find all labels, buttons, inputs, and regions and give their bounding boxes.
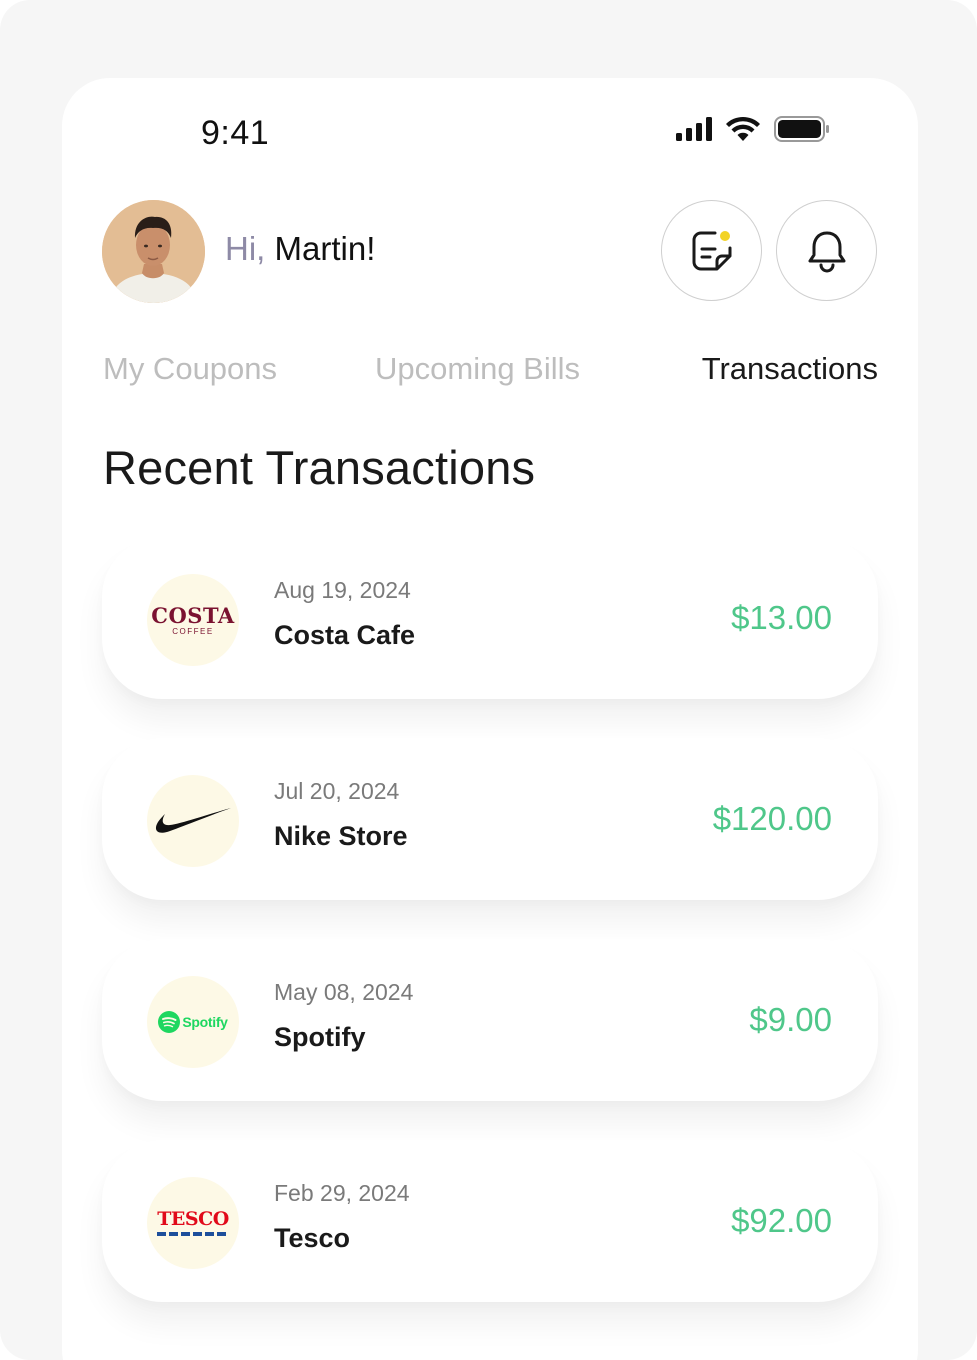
nike-logo — [147, 775, 239, 867]
spotify-logo: Spotify — [147, 976, 239, 1068]
transaction-date: Jul 20, 2024 — [274, 778, 400, 804]
greeting-hi: Hi, — [225, 230, 266, 267]
nike-swoosh-icon — [155, 808, 231, 833]
transaction-item[interactable]: Spotify May 08, 2024 Spotify $9.00 — [102, 939, 878, 1101]
avatar-image — [102, 200, 205, 303]
transaction-merchant: Costa Cafe — [274, 620, 416, 650]
transaction-merchant: Tesco — [274, 1223, 351, 1253]
transaction-date: May 08, 2024 — [274, 979, 414, 1005]
transaction-amount: $13.00 — [731, 599, 832, 636]
notes-badge — [719, 230, 730, 241]
notes-button[interactable] — [661, 200, 762, 301]
transaction-item[interactable]: TESCO Feb 29, 2024 Tesco $92.00 — [102, 1140, 878, 1302]
notifications-button[interactable] — [776, 200, 877, 301]
tab-transactions[interactable]: Transactions — [702, 351, 878, 387]
bell-icon — [808, 231, 845, 272]
costa-logo: COSTA COFFEE — [147, 574, 239, 666]
tab-my-coupons[interactable]: My Coupons — [103, 351, 277, 387]
section-title: Recent Transactions — [103, 441, 536, 494]
signal-icon — [676, 117, 712, 141]
transaction-date: Aug 19, 2024 — [274, 577, 411, 603]
phone-screen: 9:41 Hi, Martin! My Coupons Upcoming Bil… — [62, 78, 918, 1360]
status-icons — [676, 114, 830, 144]
status-time: 9:41 — [201, 114, 270, 152]
transaction-item[interactable]: COSTA COFFEE Aug 19, 2024 Costa Cafe $13… — [102, 537, 878, 699]
greeting: Hi, Martin! — [225, 230, 375, 268]
wifi-icon — [726, 116, 760, 141]
avatar[interactable] — [102, 200, 205, 303]
greeting-name: Martin! — [274, 230, 376, 267]
spotify-icon — [158, 1011, 181, 1033]
battery-icon — [774, 116, 829, 142]
transaction-item[interactable]: Jul 20, 2024 Nike Store $120.00 — [102, 738, 878, 900]
tab-upcoming-bills[interactable]: Upcoming Bills — [375, 351, 580, 387]
app-frame: 9:41 Hi, Martin! My Coupons Upcoming Bil… — [0, 0, 977, 1360]
transaction-merchant: Nike Store — [274, 821, 408, 851]
transaction-amount: $9.00 — [749, 1001, 832, 1038]
spotify-logo-text: Spotify — [182, 1014, 228, 1030]
costa-logo-subtext: COFFEE — [172, 626, 214, 636]
tesco-logo: TESCO — [147, 1177, 239, 1269]
tesco-logo-text: TESCO — [157, 1207, 229, 1230]
notes-icon — [692, 230, 731, 270]
transaction-amount: $92.00 — [731, 1202, 832, 1239]
transaction-amount: $120.00 — [712, 800, 832, 837]
tesco-stripes — [157, 1231, 226, 1236]
transaction-merchant: Spotify — [274, 1022, 366, 1052]
costa-logo-text: COSTA — [151, 602, 235, 628]
transaction-date: Feb 29, 2024 — [274, 1180, 410, 1206]
